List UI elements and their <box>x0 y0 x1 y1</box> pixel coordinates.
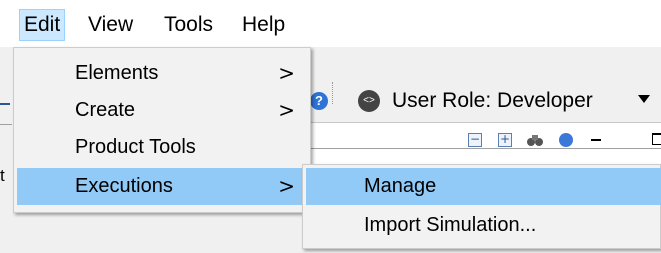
edit-menu: Elements > Create > Product Tools Execut… <box>13 47 311 213</box>
user-role-label[interactable]: User Role: Developer <box>392 88 593 114</box>
menu-edit[interactable]: Edit <box>19 9 66 41</box>
submenu-arrow-icon: > <box>278 174 295 198</box>
edit-menu-item-product-tools[interactable]: Product Tools <box>17 129 307 166</box>
collapse-all-icon[interactable]: − <box>468 133 482 147</box>
menu-item-label: Import Simulation... <box>364 214 537 236</box>
left-panel-text-fragment: t <box>0 166 5 185</box>
submenu-item-manage[interactable]: Manage <box>306 168 661 205</box>
menu-item-label: Executions <box>75 175 173 197</box>
edit-menu-item-executions[interactable]: Executions > <box>17 168 307 205</box>
submenu-arrow-icon: > <box>278 61 295 85</box>
menu-item-label: Product Tools <box>75 136 196 158</box>
minimize-view-icon[interactable] <box>591 139 601 141</box>
maximize-view-icon[interactable] <box>652 133 661 145</box>
menu-item-label: Elements <box>75 62 159 84</box>
view-panel-header <box>310 122 661 168</box>
edit-menu-item-create[interactable]: Create > <box>17 92 307 129</box>
submenu-arrow-icon: > <box>278 98 295 122</box>
edit-menu-item-elements[interactable]: Elements > <box>17 55 307 92</box>
view-panel-divider <box>310 148 661 149</box>
menu-item-label: Create <box>75 99 136 121</box>
help-icon[interactable]: ? <box>310 92 328 110</box>
menu-item-label: Manage <box>364 175 437 197</box>
link-with-editor-icon[interactable] <box>526 133 544 147</box>
refresh-icon[interactable] <box>559 133 573 147</box>
toolbar-separator <box>332 82 335 104</box>
menu-bar: Edit View Tools Help <box>0 0 661 47</box>
left-panel-link-fragment <box>0 103 10 105</box>
expand-all-icon[interactable]: + <box>498 133 512 147</box>
user-role-dropdown-arrow-icon[interactable] <box>638 95 650 103</box>
left-panel-divider <box>0 124 12 125</box>
executions-submenu: Manage Import Simulation... <box>302 164 661 249</box>
user-role-icon[interactable]: <> <box>358 90 380 112</box>
menu-tools[interactable]: Tools <box>160 9 217 41</box>
menu-help[interactable]: Help <box>238 9 289 41</box>
menu-view[interactable]: View <box>84 9 137 41</box>
submenu-item-import-simulation[interactable]: Import Simulation... <box>306 207 661 244</box>
